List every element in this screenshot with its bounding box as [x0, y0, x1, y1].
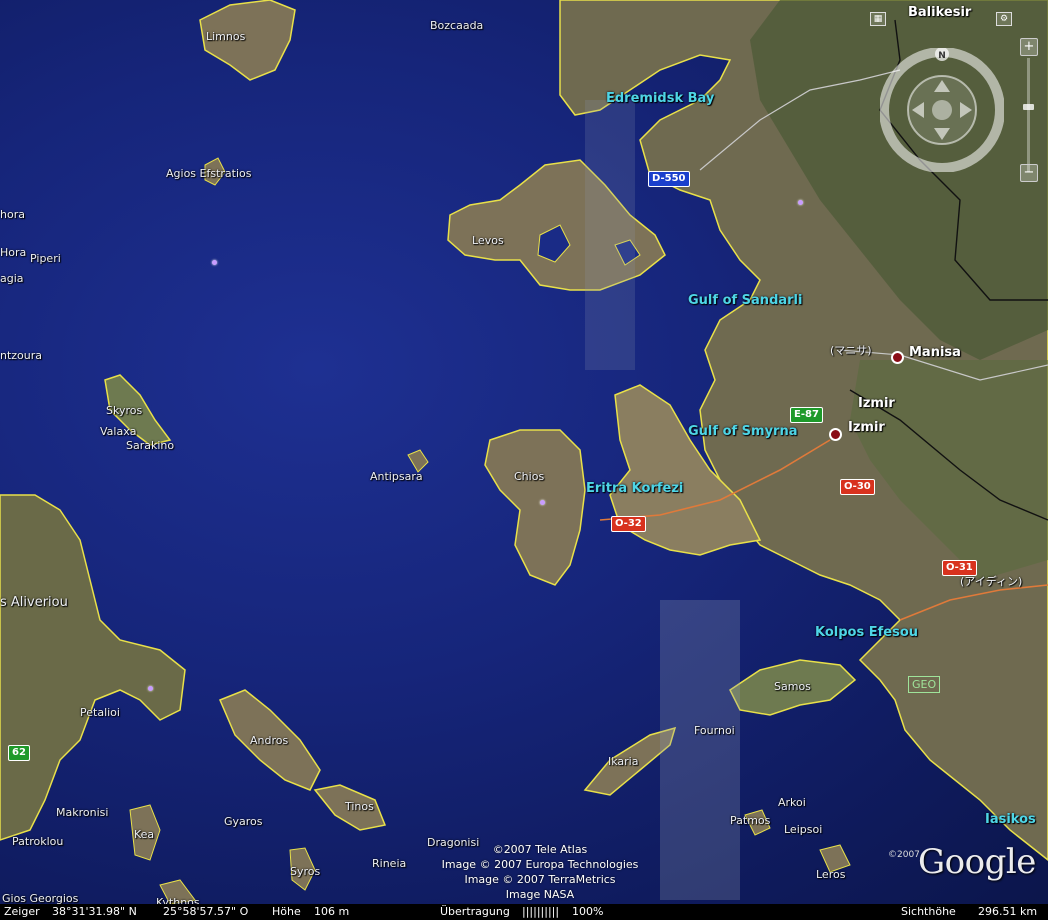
label-skyros[interactable]: Skyros: [106, 405, 142, 416]
label-leipsoi[interactable]: Leipsoi: [784, 824, 822, 835]
streaming-label: Übertragung: [440, 905, 510, 918]
label-fournoi[interactable]: Fournoi: [694, 725, 735, 736]
image-swath-2: [585, 100, 635, 370]
label-rineia[interactable]: Rineia: [372, 858, 406, 869]
label-limnos[interactable]: Limnos: [206, 31, 245, 42]
pointer-longitude: 25°58'57.57" O: [163, 905, 249, 918]
label-chios[interactable]: Chios: [514, 471, 544, 482]
streaming-percent: 100%: [572, 905, 604, 918]
label-makronisi[interactable]: Makronisi: [56, 807, 108, 818]
satellite-map[interactable]: ▦ ⚙ N + − Bozcaada Balikesir Limnos Edre…: [0, 0, 1048, 920]
label-aliveriou[interactable]: s Aliveriou: [0, 596, 68, 609]
label-eritra-korfezi[interactable]: Eritra Korfezi: [586, 482, 683, 495]
label-valaxa[interactable]: Valaxa: [100, 426, 136, 437]
marker-izmir[interactable]: [829, 428, 842, 441]
height-label: Höhe: [272, 905, 301, 918]
label-izmir-top[interactable]: Izmir: [858, 397, 895, 410]
label-ntzoura[interactable]: ntzoura: [0, 350, 42, 361]
label-gulf-smyrna[interactable]: Gulf of Smyrna: [688, 425, 798, 438]
antipsara-island: [407, 449, 429, 473]
streaming-bar: ||||||||||: [522, 905, 560, 918]
road-shield-e87[interactable]: E-87: [790, 407, 823, 423]
label-kea[interactable]: Kea: [134, 829, 154, 840]
label-syros[interactable]: Syros: [290, 866, 320, 877]
chios-island: [484, 429, 586, 586]
label-ikaria[interactable]: Ikaria: [608, 756, 638, 767]
label-hora[interactable]: hora: [0, 209, 25, 220]
road-shield-o32[interactable]: O-32: [611, 516, 646, 532]
place-dot[interactable]: [148, 686, 153, 691]
imagery-credits: ©2007 Tele Atlas Image © 2007 Europa Tec…: [440, 842, 640, 902]
place-dot[interactable]: [212, 260, 217, 265]
label-samos[interactable]: Samos: [774, 681, 811, 692]
marker-manisa[interactable]: [891, 351, 904, 364]
place-dot[interactable]: [798, 200, 803, 205]
pointer-latitude: 38°31'31.98" N: [52, 905, 137, 918]
label-arkoi[interactable]: Arkoi: [778, 797, 806, 808]
label-iasikos[interactable]: Iasikos: [985, 813, 1036, 826]
label-gulf-sandarli[interactable]: Gulf of Sandarli: [688, 294, 802, 307]
label-izmir[interactable]: Izmir: [848, 421, 885, 434]
pointer-label: Zeiger: [4, 905, 40, 918]
label-edremidsk-bay[interactable]: Edremidsk Bay: [606, 92, 714, 105]
label-aydin-jp: (アイディン): [960, 575, 1023, 588]
label-levos[interactable]: Levos: [472, 235, 504, 246]
label-gios-georgios[interactable]: Gios Georgios: [2, 893, 78, 904]
logo-copyright: ©2007: [888, 850, 920, 860]
label-agia[interactable]: agia: [0, 273, 24, 284]
label-leros[interactable]: Leros: [816, 869, 845, 880]
label-sarakino[interactable]: Sarakino: [126, 440, 174, 451]
label-kolpos-efesou[interactable]: Kolpos Efesou: [815, 626, 918, 639]
zoom-in-button[interactable]: +: [1020, 38, 1038, 56]
eye-altitude-value: 296.51 km: [978, 905, 1038, 918]
navigation-control[interactable]: N: [880, 48, 1004, 172]
label-petalioi[interactable]: Petalioi: [80, 707, 120, 718]
label-manisa-jp: (マニサ): [830, 344, 872, 357]
geo-badge[interactable]: GEO: [908, 676, 941, 693]
road-shield-o31[interactable]: O-31: [942, 560, 977, 576]
label-andros[interactable]: Andros: [250, 735, 288, 746]
label-patroklou[interactable]: Patroklou: [12, 836, 63, 847]
road-shield-o30[interactable]: O-30: [840, 479, 875, 495]
zoom-slider-knob[interactable]: [1023, 104, 1034, 110]
place-dot[interactable]: [540, 500, 545, 505]
label-agios-efstratios[interactable]: Agios Efstratios: [166, 168, 251, 179]
label-piperi[interactable]: Piperi: [30, 253, 61, 264]
label-patmos[interactable]: Patmos: [730, 815, 770, 826]
zoom-slider-track[interactable]: [1027, 58, 1030, 172]
label-tinos[interactable]: Tinos: [345, 801, 374, 812]
road-shield-d550[interactable]: D-550: [648, 171, 690, 187]
credit-line: Image NASA: [505, 888, 575, 901]
status-bar: Zeiger 38°31'31.98" N 25°58'57.57" O Höh…: [0, 904, 1048, 920]
label-antipsara[interactable]: Antipsara: [370, 471, 423, 482]
layers-icon[interactable]: ▦: [870, 12, 886, 26]
credit-line: Image © 2007 Europa Technologies: [441, 858, 639, 871]
zoom-control[interactable]: + −: [1020, 38, 1038, 182]
label-balikesir[interactable]: Balikesir: [908, 6, 971, 19]
eye-altitude-label: Sichthöhe: [901, 905, 956, 918]
north-indicator: N: [938, 51, 946, 61]
label-bozcaada[interactable]: Bozcaada: [430, 20, 483, 31]
label-hora-2[interactable]: Hora: [0, 247, 26, 258]
height-value: 106 m: [314, 905, 350, 918]
credit-line: ©2007 Tele Atlas: [492, 843, 588, 856]
road-shield-62[interactable]: 62: [8, 745, 30, 761]
options-icon[interactable]: ⚙: [996, 12, 1012, 26]
label-gyaros[interactable]: Gyaros: [224, 816, 263, 827]
label-manisa[interactable]: Manisa: [909, 346, 961, 359]
zoom-out-button[interactable]: −: [1020, 164, 1038, 182]
euboea-west-land: [0, 494, 186, 841]
image-swath-1: [660, 600, 740, 900]
credit-line: Image © 2007 TerraMetrics: [464, 873, 616, 886]
google-logo: Google: [918, 842, 1036, 882]
